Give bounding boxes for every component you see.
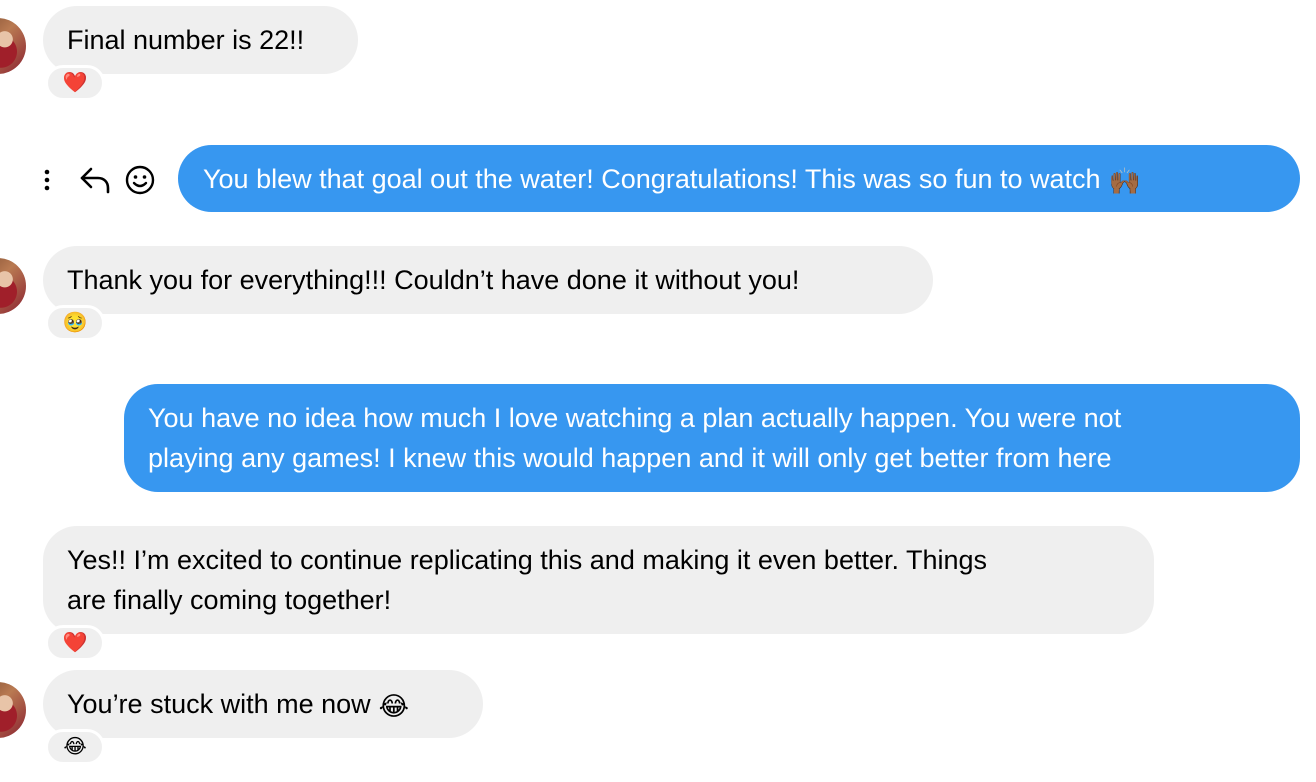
sender-avatar[interactable]	[0, 682, 26, 738]
outgoing-message-bubble[interactable]: You have no idea how much I love watchin…	[124, 384, 1300, 492]
incoming-message-bubble[interactable]: You’re stuck with me now 😂	[43, 670, 483, 738]
more-vertical-icon	[44, 169, 50, 191]
outgoing-message-bubble[interactable]: You blew that goal out the water! Congra…	[178, 145, 1300, 212]
sender-avatar[interactable]	[0, 18, 26, 74]
smiley-icon	[125, 165, 155, 195]
incoming-message-bubble[interactable]: Yes!! I’m excited to continue replicatin…	[43, 526, 1154, 634]
react-button[interactable]	[122, 160, 158, 200]
reaction-badge[interactable]: ❤️	[45, 625, 105, 661]
sender-avatar[interactable]	[0, 258, 26, 314]
message-line: You have no idea how much I love watchin…	[148, 403, 1122, 433]
reply-arrow-icon	[80, 167, 110, 194]
tears-of-joy-reaction-icon: 😂	[63, 736, 87, 758]
raised-hands-icon: 🙌🏾	[1108, 166, 1141, 196]
pleading-face-reaction-icon: 🥹	[62, 312, 88, 334]
reaction-badge[interactable]: 🥹	[45, 305, 105, 341]
tears-of-joy-icon: 😂	[378, 691, 410, 721]
more-options-button[interactable]	[36, 160, 58, 200]
message-actions	[36, 160, 158, 200]
reaction-badge[interactable]: ❤️	[45, 65, 105, 101]
reply-button[interactable]	[76, 160, 116, 200]
heart-reaction-icon: ❤️	[62, 72, 88, 94]
heart-reaction-icon: ❤️	[62, 632, 88, 654]
incoming-message-bubble[interactable]: Thank you for everything!!! Couldn’t hav…	[43, 246, 933, 314]
message-text: You’re stuck with me now	[67, 689, 371, 719]
reaction-badge[interactable]: 😂	[45, 729, 105, 765]
message-line: Yes!! I’m excited to continue replicatin…	[67, 545, 988, 575]
incoming-message-bubble[interactable]: Final number is 22!!	[43, 6, 358, 74]
message-line: are finally coming together!	[67, 585, 392, 615]
message-text: You blew that goal out the water! Congra…	[203, 164, 1101, 194]
message-line: playing any games! I knew this would hap…	[148, 443, 1112, 473]
message-text: Thank you for everything!!! Couldn’t hav…	[67, 265, 800, 295]
message-text: Final number is 22!!	[67, 25, 305, 55]
